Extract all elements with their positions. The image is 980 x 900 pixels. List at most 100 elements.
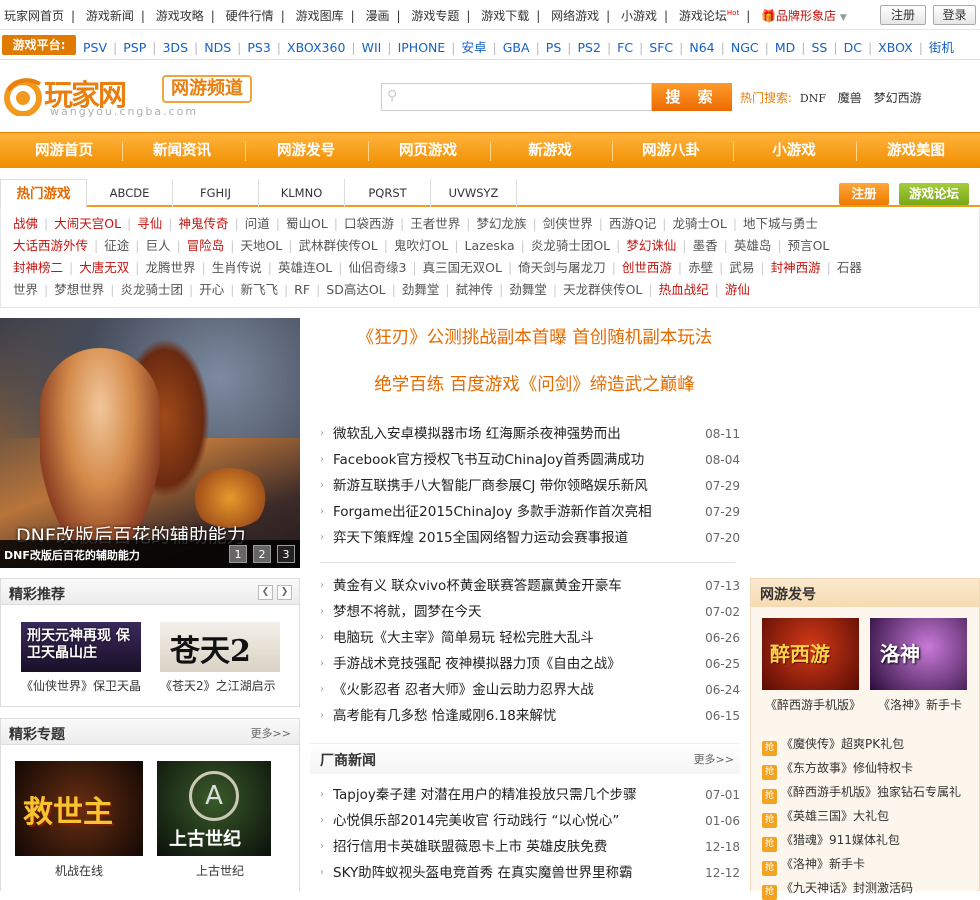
brand-store-link[interactable]: 品牌形象店 (776, 9, 836, 23)
platform-link[interactable]: GBA (503, 40, 530, 55)
gift-title[interactable]: 《九天神话》封测激活码 (781, 881, 913, 895)
news-title[interactable]: Forgame出征2015ChinaJoy 多款手游新作首次亮相 (333, 499, 652, 525)
site-logo[interactable]: 玩家网 网游频道 wangyou.cngba.com (2, 72, 262, 122)
game-link[interactable]: 口袋西游 (344, 216, 394, 231)
news-title[interactable]: Facebook官方授权飞书互动ChinaJoy首秀圆满成功 (333, 447, 644, 473)
login-button[interactable]: 登录 (933, 5, 976, 25)
platform-link[interactable]: PS2 (578, 40, 601, 55)
hot-search-item[interactable]: 梦幻西游 (874, 91, 922, 105)
codes-thumb-1[interactable]: 醉西游 (762, 618, 859, 690)
game-link[interactable]: 生肖传说 (212, 260, 262, 275)
game-link[interactable]: 武林群侠传OL (298, 238, 377, 253)
codes-thumb-2[interactable]: 洛神 (870, 618, 967, 690)
game-link[interactable]: 神鬼传奇 (179, 216, 229, 231)
game-link[interactable]: 战佛 (13, 216, 38, 231)
hot-search-item[interactable]: 魔兽 (838, 91, 862, 105)
headline-1[interactable]: 《狂刃》公测挑战副本首曝 首创随机副本玩法 (322, 324, 747, 349)
game-link[interactable]: 巨人 (145, 238, 170, 253)
news-title[interactable]: 招行信用卡英雄联盟薇恩卡上市 英雄皮肤免费 (333, 834, 607, 860)
codes-caption-1[interactable]: 《醉西游手机版》 (765, 696, 861, 713)
game-link[interactable]: 炎龙骑士团 (120, 282, 183, 297)
gift-title[interactable]: 《魔侠传》超爽PK礼包 (781, 737, 904, 751)
tab-uvwsyz[interactable]: UVWSYZ (431, 179, 517, 207)
platform-link[interactable]: PSV (83, 40, 107, 55)
news-title[interactable]: 梦想不将就，圆梦在今天 (333, 599, 482, 625)
game-link[interactable]: RF (294, 282, 310, 297)
gift-title[interactable]: 《猎魂》911媒体礼包 (781, 833, 900, 847)
top-link[interactable]: 硬件行情 (226, 9, 274, 23)
banner-page-3[interactable]: 3 (277, 545, 295, 563)
game-link[interactable]: 英雄连OL (278, 260, 332, 275)
game-link[interactable]: 真三国无双OL (423, 260, 502, 275)
news-item[interactable]: › 梦想不将就，圆梦在今天 07-02 (320, 599, 740, 625)
next-arrow-icon[interactable]: ❯ (277, 585, 292, 600)
news-title[interactable]: 手游战术竞技强配 夜神模拟器力顶《自由之战》 (333, 651, 621, 677)
gift-item[interactable]: 抢《猎魂》911媒体礼包 (762, 828, 900, 852)
news-item[interactable]: › 电脑玩《大主宰》简单易玩 轻松完胜大乱斗 06-26 (320, 625, 740, 651)
tab-pqrst[interactable]: PQRST (345, 179, 431, 207)
news-title[interactable]: 电脑玩《大主宰》简单易玩 轻松完胜大乱斗 (333, 625, 594, 651)
news-item[interactable]: › 新游互联携手八大智能厂商参展CJ 带你领略娱乐新风 07-29 (320, 473, 740, 499)
game-link[interactable]: 大闹天宫OL (54, 216, 121, 231)
game-link[interactable]: 倚天剑与屠龙刀 (518, 260, 606, 275)
news-item[interactable]: › Facebook官方授权飞书互动ChinaJoy首秀圆满成功 08-04 (320, 447, 740, 473)
game-link[interactable]: 天龙群侠传OL (563, 282, 642, 297)
game-link[interactable]: 封神榜二 (13, 260, 63, 275)
gift-title[interactable]: 《东方故事》修仙特权卡 (781, 761, 913, 775)
platform-link[interactable]: NGC (731, 40, 759, 55)
news-title[interactable]: 微软乱入安卓模拟器市场 红海厮杀夜神强势而出 (333, 421, 621, 447)
game-link[interactable]: 龙骑士OL (673, 216, 727, 231)
gift-item[interactable]: 抢《洛神》新手卡 (762, 852, 865, 876)
nav-item-minigames[interactable]: 小游戏 (750, 133, 838, 169)
banner-caption[interactable]: DNF改版后百花的辅助能力 (4, 547, 140, 563)
news-item[interactable]: › 弈天下策辉煌 2015全国网络智力运动会赛事报道 07-20 (320, 525, 740, 551)
codes-caption-2[interactable]: 《洛神》新手卡 (878, 696, 962, 713)
platform-link[interactable]: MD (775, 40, 795, 55)
platform-link[interactable]: 3DS (162, 40, 188, 55)
gift-title[interactable]: 《英雄三国》大礼包 (781, 809, 889, 823)
game-link[interactable]: 蜀山OL (286, 216, 328, 231)
game-link[interactable]: 开心 (199, 282, 224, 297)
game-link[interactable]: 梦幻诛仙 (626, 238, 676, 253)
top-link[interactable]: 漫画 (365, 9, 389, 23)
game-link[interactable]: 西游Q记 (609, 216, 656, 231)
search-button[interactable]: 搜 索 (652, 83, 732, 111)
platform-link[interactable]: PS3 (247, 40, 270, 55)
gift-item[interactable]: 抢《英雄三国》大礼包 (762, 804, 889, 828)
recommend-caption-1[interactable]: 《仙侠世界》保卫天晶 (21, 677, 141, 694)
top-link[interactable]: 游戏专题 (411, 9, 459, 23)
hot-search-item[interactable]: DNF (800, 92, 826, 105)
game-link[interactable]: 热血战纪 (659, 282, 709, 297)
tab-klmno[interactable]: KLMNO (259, 179, 345, 207)
recommend-thumb-1[interactable]: 刑天元神再现 保卫天晶山庄 (21, 622, 141, 672)
news-title[interactable]: 《火影忍者 忍者大师》金山云助力忍界大战 (333, 677, 594, 703)
gift-item[interactable]: 抢《魔侠传》超爽PK礼包 (762, 732, 904, 756)
game-link[interactable]: 天地OL (240, 238, 282, 253)
news-item[interactable]: › 高考能有几多愁 恰逢威刚6.18来解忧 06-15 (320, 703, 740, 729)
news-item[interactable]: › 招行信用卡英雄联盟薇恩卡上市 英雄皮肤免费 12-18 (320, 834, 740, 860)
news-title[interactable]: 弈天下策辉煌 2015全国网络智力运动会赛事报道 (333, 525, 628, 551)
news-item[interactable]: › Tapjoy秦子建 对潜在用户的精准投放只需几个步骤 07-01 (320, 782, 740, 808)
game-link[interactable]: 冒险岛 (187, 238, 225, 253)
news-title[interactable]: 新游互联携手八大智能厂商参展CJ 带你领略娱乐新风 (333, 473, 648, 499)
forum-link[interactable]: 游戏论坛Hot (679, 9, 739, 23)
game-link[interactable]: 大话西游外传 (13, 238, 88, 253)
game-link[interactable]: SD高达OL (326, 282, 385, 297)
game-link[interactable]: 弑神传 (456, 282, 494, 297)
news-title[interactable]: SKY助阵蚁视头盔电竞首秀 在真实魔兽世界里称霸 (333, 860, 632, 886)
game-link[interactable]: 墨香 (693, 238, 718, 253)
recommend-thumb-2[interactable]: 苍天2 (160, 622, 280, 672)
top-link[interactable]: 玩家网首页 (4, 9, 64, 23)
news-item[interactable]: › 黄金有义 联众vivo杯黄金联赛答题赢黄金开豪车 07-13 (320, 573, 740, 599)
game-link[interactable]: 地下城与勇士 (743, 216, 818, 231)
game-link[interactable]: 英雄岛 (734, 238, 772, 253)
top-link[interactable]: 游戏攻略 (156, 9, 204, 23)
game-link[interactable]: 赤壁 (688, 260, 713, 275)
tab-hot-games[interactable]: 热门游戏 (0, 179, 87, 209)
platform-link[interactable]: WII (362, 40, 382, 55)
gift-title[interactable]: 《醉西游手机版》独家钻石专属礼 (781, 785, 961, 799)
nav-item-pictures[interactable]: 游戏美图 (872, 133, 960, 169)
banner-page-2[interactable]: 2 (253, 545, 271, 563)
game-link[interactable]: 预言OL (788, 238, 830, 253)
gift-item[interactable]: 抢《醉西游手机版》独家钻石专属礼 (762, 780, 961, 804)
